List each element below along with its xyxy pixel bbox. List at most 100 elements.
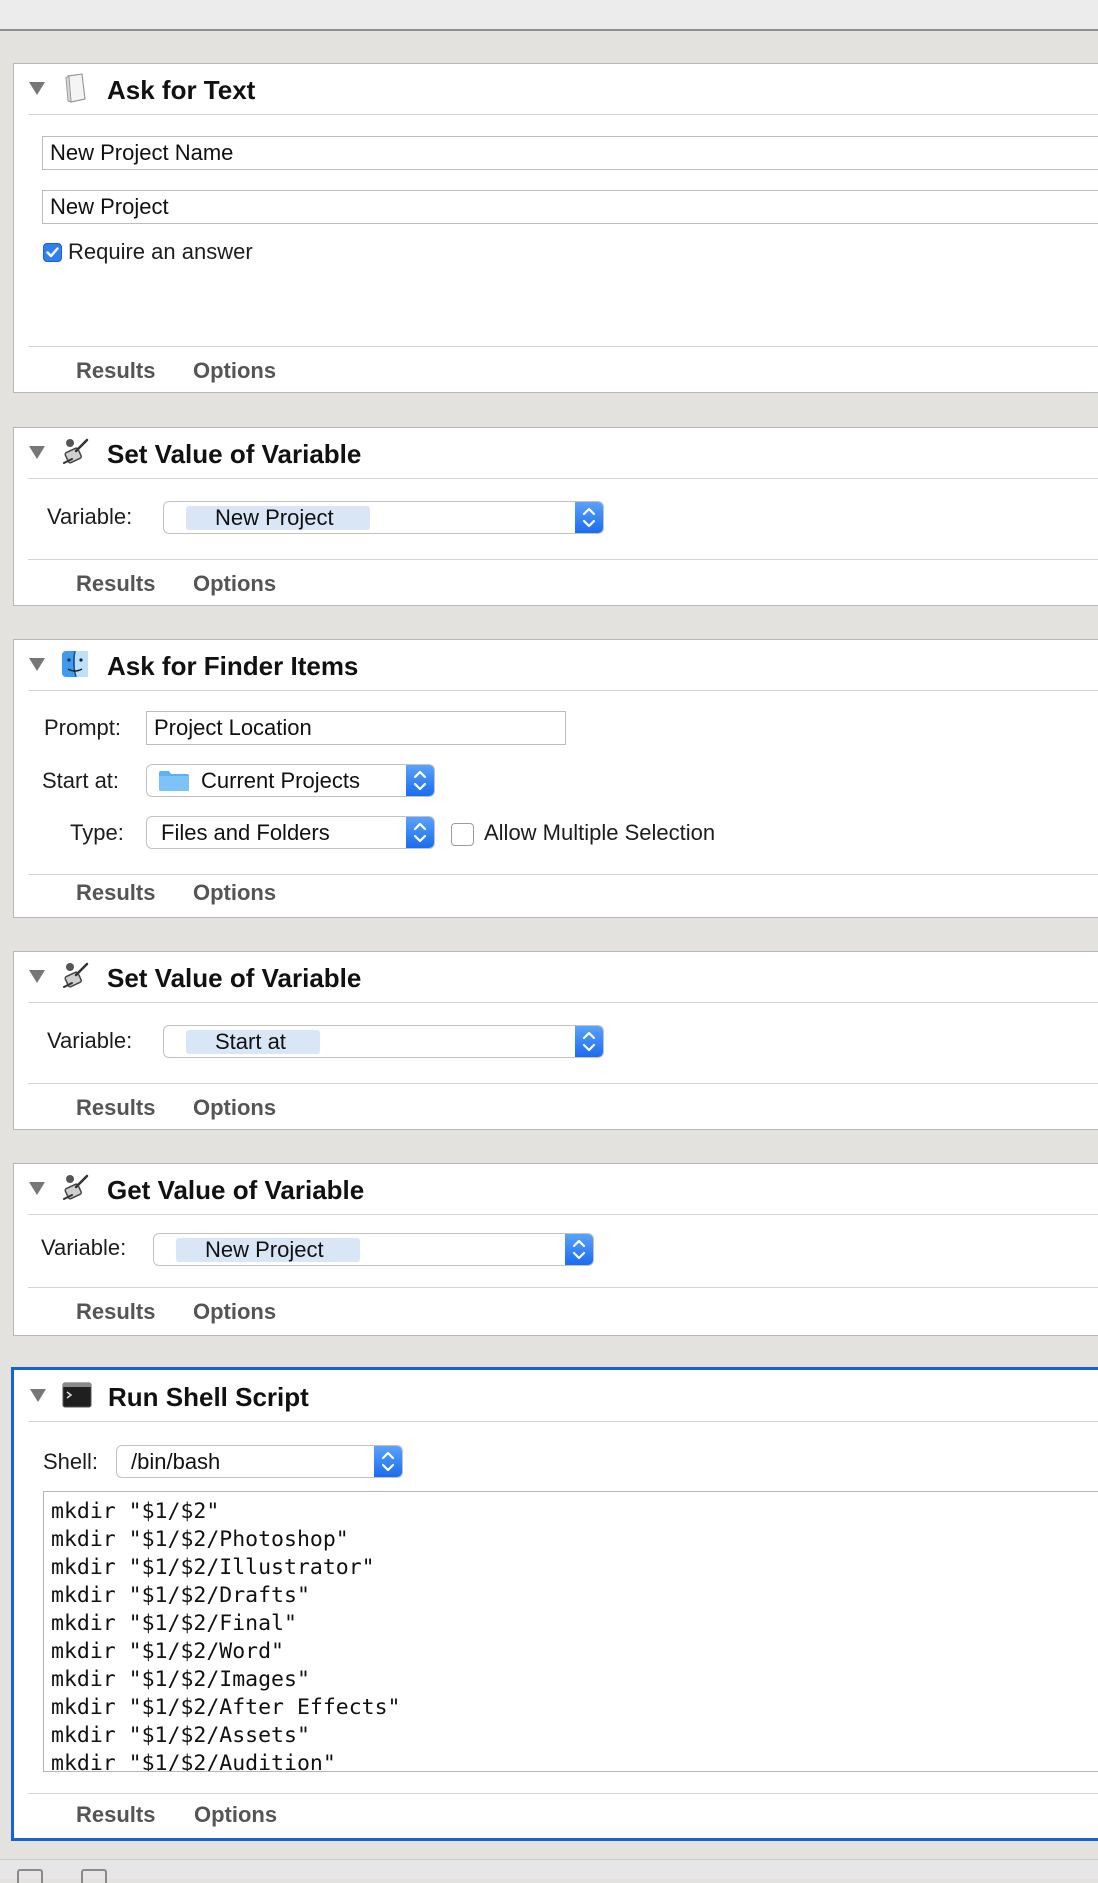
- action-ask-for-finder-items[interactable]: Ask for Finder Items Prompt: Project Loc…: [13, 639, 1098, 918]
- disclosure-triangle-icon[interactable]: [30, 1389, 46, 1402]
- results-tab[interactable]: Results: [76, 571, 155, 597]
- header-divider: [28, 690, 1098, 691]
- footer-divider: [28, 1083, 1098, 1084]
- options-tab[interactable]: Options: [193, 571, 276, 597]
- variable-value: Start at: [215, 1029, 286, 1054]
- action-header[interactable]: Get Value of Variable: [14, 1164, 1098, 1214]
- results-tab[interactable]: Results: [76, 880, 155, 906]
- disclosure-triangle-icon[interactable]: [29, 970, 45, 983]
- type-label: Type:: [70, 820, 124, 845]
- header-divider: [28, 1002, 1098, 1003]
- up-down-chevron-icon: [381, 1451, 395, 1472]
- bottom-status-bar: [0, 1859, 1098, 1883]
- shell-popup[interactable]: /bin/bash: [116, 1445, 403, 1478]
- popup-stepper[interactable]: [575, 1026, 603, 1057]
- allow-multiple-checkbox[interactable]: [451, 823, 474, 846]
- popup-stepper[interactable]: [406, 817, 434, 848]
- allow-multiple-label[interactable]: Allow Multiple Selection: [484, 820, 715, 846]
- popup-stepper[interactable]: [575, 502, 603, 533]
- start-at-popup[interactable]: Current Projects: [146, 764, 435, 797]
- script-line: mkdir "$1/$2/Final": [51, 1611, 297, 1636]
- action-header[interactable]: Ask for Text: [14, 64, 1098, 114]
- default-answer-field[interactable]: New Project: [42, 190, 1098, 224]
- folder-icon: [158, 770, 190, 796]
- action-get-value-of-variable[interactable]: Get Value of Variable Variable: New Proj…: [13, 1163, 1098, 1336]
- variable-wand-icon: [60, 961, 90, 991]
- popup-stepper[interactable]: [374, 1446, 402, 1477]
- script-line: mkdir "$1/$2/Word": [51, 1639, 284, 1664]
- action-header[interactable]: Ask for Finder Items: [14, 640, 1098, 690]
- disclosure-triangle-icon[interactable]: [29, 82, 45, 95]
- results-tab[interactable]: Results: [76, 1095, 155, 1121]
- disclosure-triangle-icon[interactable]: [29, 1182, 45, 1195]
- variable-label: Variable:: [47, 1028, 133, 1053]
- variable-popup[interactable]: New Project: [163, 501, 604, 534]
- shell-label: Shell:: [43, 1449, 99, 1474]
- variable-popup[interactable]: New Project: [153, 1233, 594, 1266]
- footer-divider: [28, 1793, 1098, 1794]
- disclosure-triangle-icon[interactable]: [29, 658, 45, 671]
- script-line: mkdir "$1/$2": [51, 1499, 220, 1524]
- type-value: Files and Folders: [161, 820, 330, 845]
- header-divider: [28, 1421, 1098, 1422]
- header-divider: [28, 1214, 1098, 1215]
- results-tab[interactable]: Results: [76, 358, 155, 384]
- require-answer-checkbox[interactable]: [43, 243, 62, 262]
- action-ask-for-text[interactable]: Ask for Text New Project Name New Projec…: [13, 63, 1098, 393]
- options-tab[interactable]: Options: [193, 880, 276, 906]
- script-line: mkdir "$1/$2/Audition": [51, 1751, 336, 1772]
- type-popup[interactable]: Files and Folders: [146, 816, 435, 849]
- question-field[interactable]: New Project Name: [42, 136, 1098, 170]
- workflow-view-icon[interactable]: [17, 1869, 43, 1883]
- results-tab[interactable]: Results: [76, 1802, 155, 1828]
- action-title: Ask for Finder Items: [107, 651, 359, 681]
- action-header[interactable]: Run Shell Script: [14, 1370, 1098, 1420]
- script-line: mkdir "$1/$2/Images": [51, 1667, 310, 1692]
- action-set-value-of-variable[interactable]: Set Value of Variable Variable: Start at…: [13, 951, 1098, 1130]
- action-title: Set Value of Variable: [107, 439, 362, 469]
- action-set-value-of-variable[interactable]: Set Value of Variable Variable: New Proj…: [13, 427, 1098, 606]
- script-editor[interactable]: mkdir "$1/$2" mkdir "$1/$2/Photoshop" mk…: [43, 1491, 1098, 1772]
- start-at-value: Current Projects: [201, 768, 360, 793]
- variable-label: Variable:: [41, 1235, 127, 1260]
- up-down-chevron-icon: [572, 1239, 586, 1260]
- options-tab[interactable]: Options: [193, 1299, 276, 1325]
- checkmark-icon: [46, 247, 59, 258]
- action-header[interactable]: Set Value of Variable: [14, 952, 1098, 1002]
- variable-popup[interactable]: Start at: [163, 1025, 604, 1058]
- header-divider: [28, 478, 1098, 479]
- log-view-icon[interactable]: [81, 1869, 107, 1883]
- footer-divider: [28, 559, 1098, 560]
- options-tab[interactable]: Options: [193, 1095, 276, 1121]
- variable-wand-icon: [60, 1173, 90, 1203]
- variable-wand-icon: [60, 437, 90, 467]
- options-tab[interactable]: Options: [193, 358, 276, 384]
- up-down-chevron-icon: [413, 770, 427, 791]
- action-title: Set Value of Variable: [107, 963, 362, 993]
- text-document-icon: [60, 73, 90, 103]
- results-tab[interactable]: Results: [76, 1299, 155, 1325]
- footer-divider: [28, 1287, 1098, 1288]
- finder-icon: [60, 649, 90, 679]
- disclosure-triangle-icon[interactable]: [29, 446, 45, 459]
- prompt-field[interactable]: Project Location: [146, 711, 566, 745]
- script-line: mkdir "$1/$2/After Effects": [51, 1695, 401, 1720]
- script-line: mkdir "$1/$2/Illustrator": [51, 1555, 375, 1580]
- action-title: Ask for Text: [107, 75, 256, 105]
- require-answer-label[interactable]: Require an answer: [68, 239, 253, 265]
- action-header[interactable]: Set Value of Variable: [14, 428, 1098, 478]
- popup-stepper[interactable]: [406, 765, 434, 796]
- footer-divider: [28, 346, 1098, 347]
- variable-value: New Project: [205, 1237, 324, 1262]
- script-line: mkdir "$1/$2/Drafts": [51, 1583, 310, 1608]
- options-tab[interactable]: Options: [194, 1802, 277, 1828]
- action-run-shell-script[interactable]: Run Shell Script Shell: /bin/bash mkdir …: [11, 1367, 1098, 1841]
- action-title: Get Value of Variable: [107, 1175, 365, 1205]
- start-at-label: Start at:: [42, 768, 120, 793]
- header-divider: [28, 114, 1098, 115]
- footer-divider: [28, 874, 1098, 875]
- action-title: Run Shell Script: [108, 1382, 309, 1412]
- up-down-chevron-icon: [413, 822, 427, 843]
- popup-stepper[interactable]: [565, 1234, 593, 1265]
- variable-label: Variable:: [47, 504, 133, 529]
